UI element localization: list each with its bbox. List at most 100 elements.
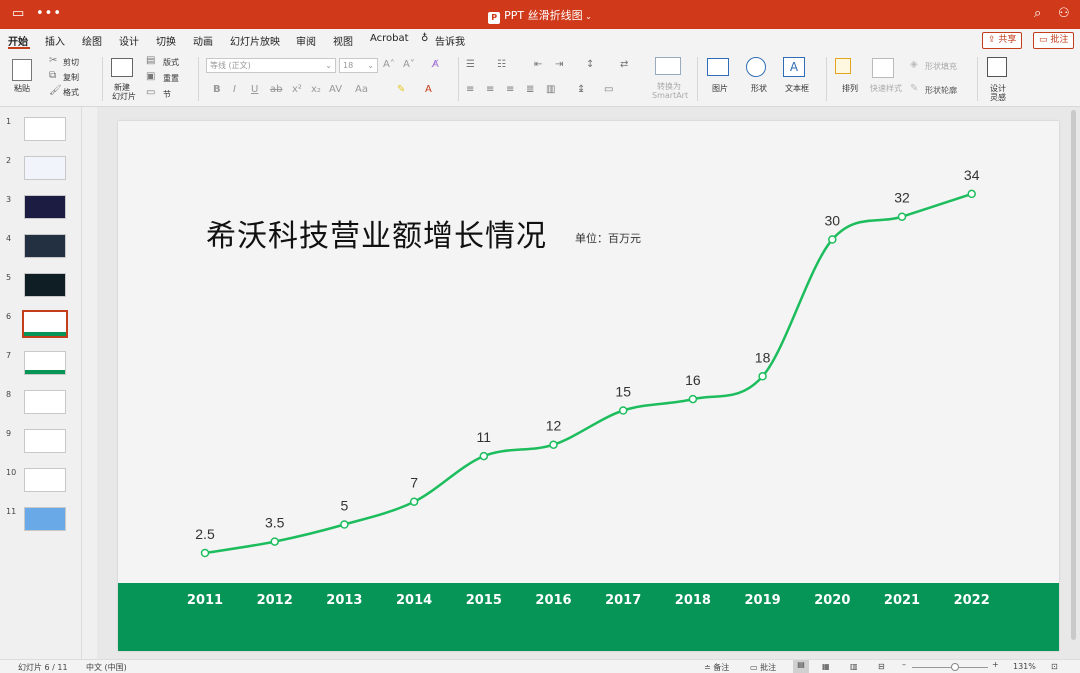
line-spacing-icon[interactable]: ↕ xyxy=(586,59,594,70)
text-direction-icon[interactable]: ⇄ xyxy=(620,59,628,70)
thumbnail-image[interactable] xyxy=(24,195,66,219)
paste-icon[interactable] xyxy=(12,59,32,81)
highlight-icon[interactable]: ✎ xyxy=(397,84,405,95)
shape-fill-button[interactable]: 形状填充 xyxy=(925,61,957,72)
convert-smartart-label-2[interactable]: SmartArt xyxy=(652,91,688,100)
thumbnail-image[interactable] xyxy=(24,273,66,297)
share-button[interactable]: ⇪ 共享 xyxy=(982,32,1023,49)
zoom-slider-knob[interactable] xyxy=(951,663,959,671)
slide-thumbnail-2[interactable]: 2 xyxy=(0,156,82,186)
font-size-select[interactable]: 18 ⌄ xyxy=(339,58,378,73)
designer-label-2[interactable]: 灵感 xyxy=(990,92,1006,103)
thumbnail-image[interactable] xyxy=(24,351,66,375)
tab-animations[interactable]: 动画 xyxy=(193,33,213,48)
normal-view-icon[interactable]: ▤ xyxy=(793,660,809,673)
shape-fill-icon[interactable]: ◈ xyxy=(910,59,918,70)
paste-button[interactable]: 粘贴 xyxy=(14,83,30,94)
data-point-2018[interactable] xyxy=(688,394,698,404)
designer-icon[interactable] xyxy=(987,57,1007,77)
shape-outline-icon[interactable]: ✎ xyxy=(910,83,918,94)
superscript-icon[interactable]: x² xyxy=(292,84,302,95)
data-point-2019[interactable] xyxy=(758,372,767,381)
zoom-out-icon[interactable]: – xyxy=(902,660,906,669)
text-box-options-icon[interactable]: ▭ xyxy=(604,84,613,95)
decrease-font-icon[interactable]: A˅ xyxy=(403,59,415,70)
tab-insert[interactable]: 插入 xyxy=(45,33,65,48)
shape-outline-button[interactable]: 形状轮廓 xyxy=(925,85,957,96)
zoom-level[interactable]: 131% xyxy=(1013,662,1036,671)
textbox-icon[interactable]: A xyxy=(783,57,805,77)
layout-icon[interactable]: ▤ xyxy=(146,55,155,66)
data-point-2013[interactable] xyxy=(340,520,349,529)
thumbnail-image[interactable] xyxy=(22,310,68,338)
language-indicator[interactable]: 中文 (中国) xyxy=(86,662,127,673)
increase-font-icon[interactable]: A˄ xyxy=(383,59,395,70)
decrease-indent-icon[interactable]: ⇤ xyxy=(534,59,542,70)
data-point-2014[interactable] xyxy=(409,497,419,506)
tab-tell-me[interactable]: 告诉我 xyxy=(435,33,465,48)
thumbnail-image[interactable] xyxy=(24,234,66,258)
increase-indent-icon[interactable]: ⇥ xyxy=(555,59,563,70)
thumbnail-image[interactable] xyxy=(24,468,66,492)
slide-thumbnail-11[interactable]: 11 xyxy=(0,507,82,537)
vertical-scrollbar[interactable] xyxy=(1071,110,1076,640)
font-name-select[interactable]: 等线 (正文) ⌄ xyxy=(206,58,336,73)
section-button[interactable]: 节 xyxy=(163,89,171,100)
align-text-icon[interactable]: ↨ xyxy=(577,84,585,95)
slide-thumbnail-5[interactable]: 5 xyxy=(0,273,82,303)
notes-button[interactable]: ≐ 备注 xyxy=(704,662,729,673)
format-painter-button[interactable]: 格式 xyxy=(63,87,79,98)
strikethrough-icon[interactable]: ab xyxy=(270,84,282,95)
tab-view[interactable]: 视图 xyxy=(333,33,353,48)
textbox-button[interactable]: 文本框 xyxy=(785,83,809,94)
cut-button[interactable]: 剪切 xyxy=(63,57,79,68)
bold-icon[interactable]: B xyxy=(213,84,221,95)
font-color-icon[interactable]: A xyxy=(425,84,432,95)
align-left-icon[interactable]: ≡ xyxy=(466,84,474,95)
zoom-slider-track[interactable] xyxy=(912,667,988,668)
series-line[interactable] xyxy=(204,192,973,555)
data-point-2015[interactable] xyxy=(479,451,489,461)
thumbnail-image[interactable] xyxy=(24,156,66,180)
thumbnail-image[interactable] xyxy=(24,390,66,414)
data-point-2016[interactable] xyxy=(549,440,558,449)
comment-button[interactable]: ▭ 批注 xyxy=(1033,32,1075,49)
tab-acrobat[interactable]: Acrobat xyxy=(370,33,409,44)
slide-thumbnail-8[interactable]: 8 xyxy=(0,390,82,420)
data-point-2012[interactable] xyxy=(270,537,279,546)
reading-view-icon[interactable]: ▥ xyxy=(850,662,858,671)
picture-icon[interactable] xyxy=(707,58,729,76)
smartart-icon[interactable] xyxy=(655,57,681,75)
slide-thumbnail-6[interactable]: 6 xyxy=(0,310,82,342)
data-point-2022[interactable] xyxy=(967,189,976,199)
data-point-2021[interactable] xyxy=(897,212,907,221)
slide-thumbnail-4[interactable]: 4 xyxy=(0,234,82,264)
tab-review[interactable]: 审阅 xyxy=(296,33,316,48)
tab-transitions[interactable]: 切换 xyxy=(156,33,176,48)
change-case-icon[interactable]: Aa xyxy=(355,84,368,95)
italic-icon[interactable]: I xyxy=(233,84,236,95)
quick-styles-icon[interactable] xyxy=(872,58,894,78)
comments-button[interactable]: ▭ 批注 xyxy=(750,662,776,673)
reset-button[interactable]: 重置 xyxy=(163,73,179,84)
search-icon[interactable]: ⌕ xyxy=(1034,6,1041,21)
slide-thumbnail-3[interactable]: 3 xyxy=(0,195,82,225)
shape-icon[interactable] xyxy=(746,57,766,77)
arrange-button[interactable]: 排列 xyxy=(842,83,858,94)
data-point-2011[interactable] xyxy=(200,548,210,558)
slide-thumbnail-9[interactable]: 9 xyxy=(0,429,82,459)
reset-icon[interactable]: ▣ xyxy=(146,71,155,82)
section-icon[interactable]: ▭ xyxy=(146,87,155,98)
char-spacing-icon[interactable]: AV xyxy=(329,84,342,95)
align-center-icon[interactable]: ≡ xyxy=(486,84,494,95)
copy-icon[interactable]: ⧉ xyxy=(49,70,56,81)
bullets-icon[interactable]: ☰ xyxy=(466,59,475,70)
underline-icon[interactable]: U xyxy=(251,84,258,95)
line-chart[interactable]: 2.5 3.5 5 7 11 12 15 16 18 30 32 34 xyxy=(118,121,1059,651)
quick-styles-button[interactable]: 快速样式 xyxy=(870,83,902,94)
tab-home[interactable]: 开始 xyxy=(8,33,28,48)
align-right-icon[interactable]: ≡ xyxy=(506,84,514,95)
tab-slideshow[interactable]: 幻灯片放映 xyxy=(230,33,280,48)
subscript-icon[interactable]: x₂ xyxy=(311,84,321,95)
columns-icon[interactable]: ▥ xyxy=(546,84,555,95)
